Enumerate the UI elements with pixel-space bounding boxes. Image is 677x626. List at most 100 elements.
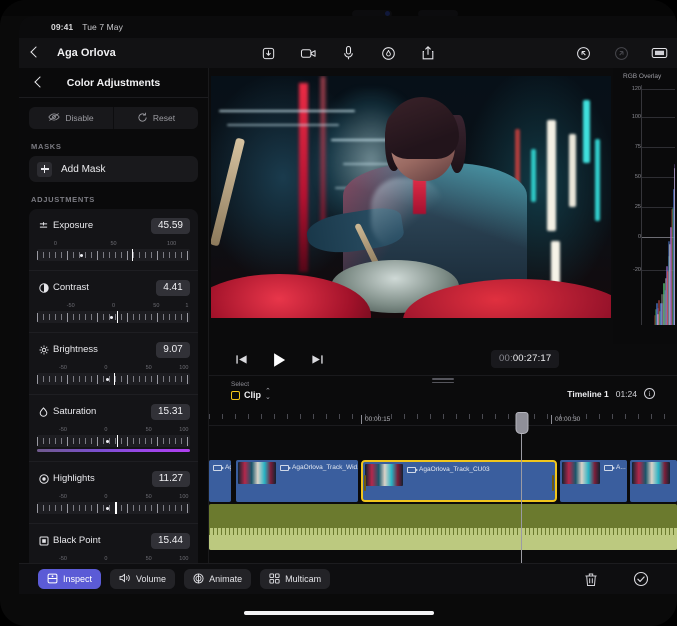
adjustment-row[interactable]: Highlights11.27 -50050100 <box>29 462 198 524</box>
playhead[interactable] <box>521 412 522 563</box>
scope-axis-label: 100 <box>632 114 641 120</box>
slider-handle[interactable] <box>115 502 117 514</box>
adjustment-value[interactable]: 11.27 <box>152 471 190 487</box>
play-button[interactable] <box>269 350 289 370</box>
timeline-clip[interactable]: Ag... <box>209 460 231 502</box>
ruler-major-ticks <box>37 437 190 446</box>
trim-handle-right[interactable] <box>552 475 554 491</box>
adjustment-value[interactable]: 9.07 <box>156 342 190 358</box>
adjustment-value[interactable]: 4.41 <box>156 280 190 296</box>
delete-button[interactable] <box>581 569 601 589</box>
adjustment-slider[interactable]: -50050100 <box>37 494 190 514</box>
timeline-clip[interactable] <box>630 460 677 502</box>
ruler-tick-label: -50 <box>59 494 67 500</box>
undo-icon[interactable] <box>573 43 593 63</box>
ruler-track[interactable] <box>37 435 190 447</box>
timeline-panel[interactable]: 00:00:1500:00:30 Ag...AgaOrlova_Track_Wi… <box>209 412 677 563</box>
inspect-button[interactable]: Inspect <box>38 569 101 589</box>
video-track[interactable]: Ag...AgaOrlova_Track_Wid...AgaOrlova_Tra… <box>209 460 677 502</box>
add-mask-button[interactable]: Add Mask <box>29 156 198 182</box>
scope-gridline <box>642 177 675 178</box>
volume-icon <box>119 573 131 585</box>
video-camera-icon[interactable] <box>298 43 318 63</box>
ruler-tick-label: -50 <box>59 556 67 562</box>
microphone-icon[interactable] <box>338 43 358 63</box>
ruler-track[interactable] <box>37 249 190 261</box>
clip-thumbnail <box>632 462 670 484</box>
brightness-icon <box>37 345 50 355</box>
adjustment-value[interactable]: 45.59 <box>151 218 190 234</box>
camera-icon <box>280 465 289 471</box>
blackpoint-icon <box>37 536 50 546</box>
status-bar: 09:41 Tue 7 May <box>19 16 677 38</box>
scope-gridline <box>642 147 675 148</box>
adjustment-row[interactable]: Contrast4.41-500501 <box>29 271 198 333</box>
adjustment-slider[interactable]: -50050100 <box>37 365 190 385</box>
multicam-button[interactable]: Multicam <box>260 569 330 589</box>
ruler-tick-label: 0 <box>104 427 107 433</box>
confirm-button[interactable] <box>631 569 651 589</box>
adjustment-slider[interactable]: 050100 <box>37 241 190 261</box>
adjustment-label: Exposure <box>53 220 151 231</box>
audio-track[interactable] <box>209 504 677 550</box>
slider-handle[interactable] <box>132 249 134 261</box>
timeline-clip[interactable]: A... <box>560 460 627 502</box>
volume-button[interactable]: Volume <box>110 569 175 589</box>
adjustment-slider[interactable]: -500501 <box>37 303 190 323</box>
reset-button[interactable]: Reset <box>113 107 198 129</box>
slider-handle[interactable] <box>117 435 119 447</box>
draw-icon[interactable] <box>378 43 398 63</box>
timeline-clip-selected[interactable]: AgaOrlova_Track_CU03 <box>361 460 557 502</box>
adjustment-value[interactable]: 15.31 <box>151 404 190 420</box>
ruler-track[interactable] <box>37 311 190 323</box>
inspector-back-icon[interactable] <box>31 75 47 91</box>
clip-label: A... <box>604 464 626 471</box>
playhead-handle[interactable] <box>515 412 528 434</box>
ruler-track[interactable] <box>37 373 190 385</box>
timecode-display[interactable]: 00:00:27:17 <box>491 350 559 368</box>
adjustment-value[interactable]: 15.44 <box>151 533 190 549</box>
video-preview[interactable] <box>211 76 611 318</box>
ruler-tick-label: 0 <box>104 365 107 371</box>
share-icon[interactable] <box>418 43 438 63</box>
back-icon[interactable] <box>27 45 43 61</box>
button-label: Volume <box>136 574 166 584</box>
info-icon[interactable]: i <box>644 388 655 399</box>
ruler-tick-label: 0 <box>54 241 57 247</box>
adjustment-row[interactable]: Black Point15.44-50050100 <box>29 524 198 563</box>
eye-slash-icon <box>48 112 60 124</box>
ruler-tick-label: 1 <box>185 303 188 309</box>
inspect-icon <box>47 573 58 586</box>
inspector-title: Color Adjustments <box>19 77 208 89</box>
panel-grabber[interactable] <box>432 378 454 385</box>
button-label: Inspect <box>63 574 92 584</box>
timeline-clip[interactable]: AgaOrlova_Track_Wid... <box>236 460 358 502</box>
slider-handle[interactable] <box>117 311 119 323</box>
adjustment-row[interactable]: Saturation15.31-50050100 <box>29 395 198 462</box>
import-icon[interactable] <box>258 43 278 63</box>
inspector-panel: Color Adjustments Disable Reset MASKS <box>19 68 209 563</box>
animate-button[interactable]: Animate <box>184 569 251 589</box>
transport-bar: 00:00:27:17 <box>209 344 677 376</box>
adjustment-slider[interactable]: -50050100 <box>37 427 190 452</box>
adjustment-label: Highlights <box>53 473 152 484</box>
adjustment-slider[interactable]: -50050100 <box>37 556 190 563</box>
timecode-value: 00:27:17 <box>513 353 552 364</box>
ruler-track[interactable] <box>37 502 190 514</box>
slider-handle[interactable] <box>114 373 116 385</box>
adjustment-row[interactable]: Brightness9.07-50050100 <box>29 333 198 395</box>
home-indicator <box>244 611 434 615</box>
page-title: Aga Orlova <box>57 47 116 59</box>
clip-thumbnail <box>562 462 600 484</box>
redo-icon[interactable] <box>611 43 631 63</box>
multicam-icon <box>269 573 280 586</box>
adjustment-row[interactable]: Exposure45.59 050100 <box>29 209 198 271</box>
disable-button[interactable]: Disable <box>29 107 113 129</box>
timeline-ruler[interactable]: 00:00:1500:00:30 <box>209 412 677 426</box>
skip-forward-button[interactable] <box>307 350 327 370</box>
trim-handle-left[interactable] <box>364 475 366 491</box>
media-browser-icon[interactable] <box>649 43 669 63</box>
clip-icon <box>231 391 240 400</box>
select-label: Select <box>231 381 677 388</box>
skip-back-button[interactable] <box>231 350 251 370</box>
